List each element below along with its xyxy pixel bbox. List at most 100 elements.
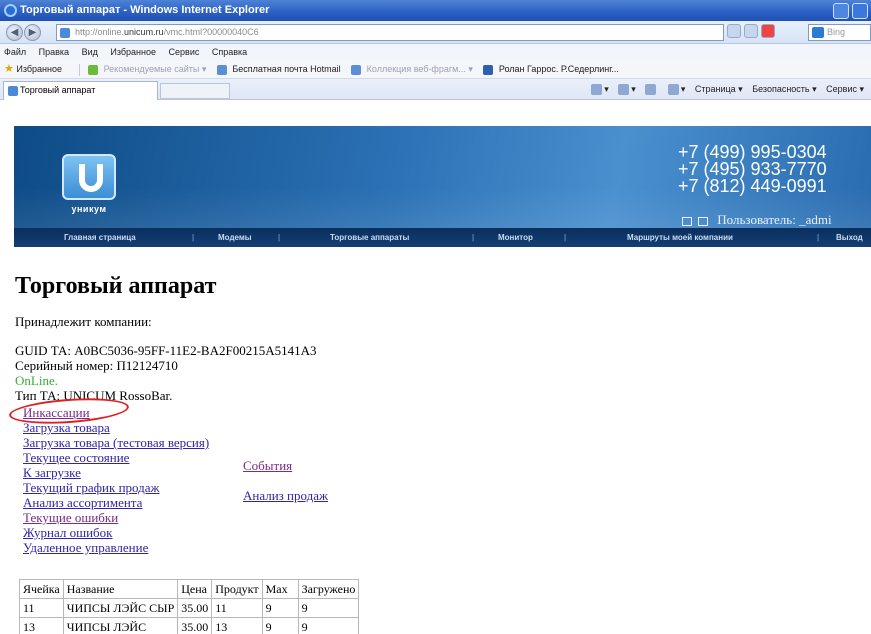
nav-separator: | <box>192 233 195 242</box>
forward-button[interactable]: ▶ <box>24 24 41 41</box>
column-header: Max <box>261 579 299 599</box>
arrow-left-icon: ◀ <box>10 27 19 38</box>
tools-menu[interactable]: Сервис ▾ <box>826 84 864 94</box>
menu-help[interactable]: Справка <box>212 47 247 57</box>
menu-tools[interactable]: Сервис <box>169 47 200 57</box>
favorite-item[interactable]: Коллекция веб-фрагм... ▾ <box>367 64 473 74</box>
nav-home[interactable]: Главная страница <box>64 228 136 247</box>
safety-menu[interactable]: Безопасность ▾ <box>752 84 816 94</box>
feeds-icon[interactable]: ▾ <box>618 84 636 96</box>
star-icon: ★ <box>4 63 14 75</box>
ie-logo-icon <box>4 4 17 17</box>
favorites-button[interactable]: Избранное <box>16 64 62 74</box>
column-header: Ячейка <box>19 579 64 599</box>
nav-monitor[interactable]: Монитор <box>498 228 533 247</box>
page-icon <box>60 28 70 38</box>
divider <box>78 63 80 76</box>
add-favorite-icon[interactable] <box>88 64 99 75</box>
refresh-icon[interactable] <box>744 24 758 38</box>
table-cell: 13 <box>19 617 64 634</box>
link-error-log[interactable]: Журнал ошибок <box>23 525 113 541</box>
favorite-item[interactable]: Бесплатная почта Hotmail <box>232 64 340 74</box>
tab-label: Торговый аппарат <box>20 85 96 95</box>
link-remote-control[interactable]: Удаленное управление <box>23 540 148 556</box>
url-domain: unicum.ru <box>124 27 164 37</box>
user-label: Пользователь: _admi <box>717 212 832 227</box>
main-nav: Главная страница | Модемы | Торговые апп… <box>14 228 871 247</box>
maximize-button[interactable] <box>852 3 868 19</box>
menu-favorites[interactable]: Избранное <box>110 47 156 57</box>
logo-box <box>62 154 116 200</box>
link-assortment-analysis[interactable]: Анализ ассортимента <box>23 495 142 511</box>
link-current-state[interactable]: Текущее состояние <box>23 450 129 466</box>
table-cell: 35.00 <box>177 617 213 634</box>
column-header: Загружено <box>297 579 360 599</box>
menu-edit[interactable]: Правка <box>39 47 69 57</box>
address-bar: ◀ ▶ http://online.unicum.ru/vmc.html?000… <box>0 21 871 44</box>
ie-page-icon <box>351 64 362 75</box>
nav-separator: | <box>817 233 820 242</box>
home-icon[interactable]: ▾ <box>591 84 609 96</box>
phone-number: +7 (812) 449-0991 <box>678 176 827 196</box>
favorite-item[interactable]: Рекомендуемые сайты ▾ <box>104 64 207 74</box>
column-header: Название <box>62 579 179 599</box>
column-header: Цена <box>177 579 213 599</box>
table-cell: 11 <box>19 598 64 618</box>
page-title: Торговый аппарат <box>15 273 217 299</box>
table-cell: 9 <box>297 617 360 634</box>
mail-icon[interactable] <box>645 84 658 96</box>
link-sales-analysis[interactable]: Анализ продаж <box>243 488 328 504</box>
site-banner: уникум +7 (499) 995-0304 +7 (495) 933-77… <box>14 126 871 228</box>
menu-file[interactable]: Файл <box>4 47 26 57</box>
favorites-bar: ★ Избранное Рекомендуемые сайты ▾ Беспла… <box>0 60 871 79</box>
user-info: Пользователь: _admi <box>682 212 832 228</box>
page-menu[interactable]: Страница ▾ <box>695 84 743 94</box>
nav-separator: | <box>564 233 567 242</box>
unicum-logo[interactable]: уникум <box>62 154 116 220</box>
back-button[interactable]: ◀ <box>6 24 23 41</box>
status-online: OnLine. <box>15 373 58 388</box>
search-placeholder: Bing <box>827 27 846 37</box>
mail-icon[interactable] <box>698 216 708 226</box>
tab-current[interactable]: Торговый аппарат <box>3 81 158 100</box>
arrow-right-icon: ▶ <box>28 27 37 38</box>
nav-vending-machines[interactable]: Торговые аппараты <box>330 228 409 247</box>
link-events[interactable]: События <box>243 458 292 474</box>
logo-text: уникум <box>71 204 107 214</box>
serial-number: Серийный номер: П12124710 <box>15 358 178 373</box>
link-current-errors[interactable]: Текущие ошибки <box>23 510 118 526</box>
owner-label: Принадлежит компании: <box>15 314 152 329</box>
ie-page-icon <box>216 64 227 75</box>
table-cell: 9 <box>261 617 299 634</box>
print-icon[interactable]: ▾ <box>667 84 685 96</box>
search-input[interactable]: Bing <box>808 24 871 41</box>
link-sales-chart[interactable]: Текущий график продаж <box>23 480 160 496</box>
phone-numbers: +7 (499) 995-0304 +7 (495) 933-7770 +7 (… <box>678 143 827 196</box>
nav-logout[interactable]: Выход <box>836 228 863 247</box>
tab-row: Торговый аппарат ▾ ▾ ▾ Страница ▾ Безопа… <box>0 79 871 100</box>
table-row: 13 ЧИПСЫ ЛЭЙС 35.00 13 9 9 <box>19 617 360 634</box>
link-load-goods-test[interactable]: Загрузка товара (тестовая версия) <box>23 435 209 451</box>
menu-view[interactable]: Вид <box>82 47 98 57</box>
nav-modems[interactable]: Модемы <box>218 228 252 247</box>
tennis-site-icon <box>483 64 494 75</box>
stop-icon[interactable] <box>761 24 775 38</box>
table-cell: 9 <box>297 598 360 618</box>
nav-separator: | <box>472 233 475 242</box>
command-bar: ▾ ▾ ▾ Страница ▾ Безопасность ▾ Сервис ▾ <box>591 79 871 100</box>
new-tab-button[interactable] <box>160 83 230 99</box>
column-header: Продукт <box>211 579 263 599</box>
table-cell: 35.00 <box>177 598 213 618</box>
compat-view-icon[interactable] <box>727 24 741 38</box>
table-cell: ЧИПСЫ ЛЭЙС <box>62 617 179 634</box>
home-icon[interactable] <box>682 216 692 226</box>
bing-icon <box>812 27 824 38</box>
favorite-item[interactable]: Ролан Гаррос. Р.Седерлинг... <box>499 64 619 74</box>
link-to-load[interactable]: К загрузке <box>23 465 81 481</box>
address-tools <box>727 24 807 41</box>
table-header-row: Ячейка Название Цена Продукт Max Загруже… <box>19 579 360 599</box>
minimize-button[interactable] <box>833 3 849 19</box>
nav-routes[interactable]: Маршруты моей компании <box>627 228 733 247</box>
url-input[interactable]: http://online.unicum.ru/vmc.html?0000004… <box>56 24 724 41</box>
page-content: уникум +7 (499) 995-0304 +7 (495) 933-77… <box>0 100 871 634</box>
